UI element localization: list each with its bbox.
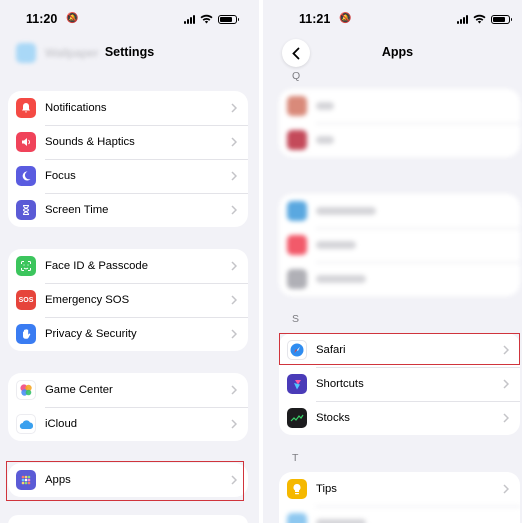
stocks-icon	[287, 408, 307, 428]
app-row-stocks[interactable]: Stocks	[279, 401, 520, 435]
apps-screen: 11:21 🔕 Apps Q S Safari Shortcuts Stocks…	[263, 0, 522, 523]
row-label: Tips	[316, 483, 337, 495]
silent-bell-icon: 🔕	[66, 13, 79, 24]
speaker-icon	[16, 132, 36, 152]
shortcuts-icon	[287, 374, 307, 394]
hand-icon	[16, 324, 36, 344]
battery-icon	[218, 14, 239, 24]
chevron-right-icon	[227, 327, 241, 341]
section-header-q: Q	[292, 70, 301, 82]
section-header-s: S	[292, 313, 300, 325]
row-label: Notifications	[45, 102, 107, 114]
section-header-t: T	[292, 452, 299, 464]
row-label: Privacy & Security	[45, 328, 137, 340]
status-time: 11:20	[26, 12, 58, 26]
chevron-right-icon	[499, 377, 513, 391]
apps-group-q-blurred	[279, 89, 520, 157]
app-row-safari[interactable]: Safari	[279, 333, 520, 367]
row-label: Shortcuts	[316, 378, 364, 390]
page-title: Apps	[381, 45, 414, 59]
apps-grid-icon	[16, 470, 36, 490]
row-label: Sounds & Haptics	[45, 136, 135, 148]
chevron-right-icon	[499, 482, 513, 496]
chevron-right-icon	[227, 293, 241, 307]
settings-row-screen-time[interactable]: Screen Time	[8, 193, 248, 227]
row-label: Face ID & Passcode	[45, 260, 148, 272]
wifi-icon	[473, 14, 486, 24]
app-row-blurred	[279, 506, 520, 523]
settings-row-icloud[interactable]: iCloud	[8, 407, 248, 441]
settings-group-3: Game Center iCloud	[8, 373, 248, 441]
chevron-right-icon	[499, 411, 513, 425]
row-label: Game Center	[45, 384, 113, 396]
settings-row-game-center[interactable]: Game Center	[8, 373, 248, 407]
page-title: Settings	[104, 45, 155, 59]
cellular-signal-icon	[184, 14, 195, 24]
chevron-right-icon	[227, 417, 241, 431]
settings-group-2: Face ID & Passcode SOS Emergency SOS Pri…	[8, 249, 248, 351]
settings-group-4: Apps	[8, 463, 248, 497]
settings-group-1: Notifications Sounds & Haptics Focus Scr…	[8, 91, 248, 227]
row-label: Screen Time	[45, 204, 109, 216]
faceid-icon	[16, 256, 36, 276]
row-label: Stocks	[316, 412, 350, 424]
silent-bell-icon: 🔕	[339, 13, 352, 24]
chevron-right-icon	[499, 343, 513, 357]
sos-icon: SOS	[16, 290, 36, 310]
row-label: Focus	[45, 170, 76, 182]
moon-icon	[16, 166, 36, 186]
app-row-tips[interactable]: Tips	[279, 472, 520, 506]
settings-group-next	[8, 515, 248, 523]
apps-group-t: Tips	[279, 472, 520, 523]
apps-group-s: Safari Shortcuts Stocks	[279, 333, 520, 435]
status-bar: 11:20 🔕	[0, 10, 259, 28]
settings-row-apps[interactable]: Apps	[8, 463, 248, 497]
settings-row-emergency-sos[interactable]: SOS Emergency SOS	[8, 283, 248, 317]
settings-row-privacy[interactable]: Privacy & Security	[8, 317, 248, 351]
wifi-icon	[200, 14, 213, 24]
chevron-right-icon	[227, 203, 241, 217]
row-label: Emergency SOS	[45, 294, 130, 306]
status-bar: 11:21 🔕	[263, 10, 522, 28]
safari-icon	[287, 340, 307, 360]
settings-row-focus[interactable]: Focus	[8, 159, 248, 193]
settings-row-face-id[interactable]: Face ID & Passcode	[8, 249, 248, 283]
chevron-right-icon	[227, 169, 241, 183]
row-label: Safari	[316, 344, 346, 356]
game-center-icon	[16, 380, 36, 400]
chevron-right-icon	[227, 101, 241, 115]
chevron-right-icon	[227, 473, 241, 487]
chevron-right-icon	[227, 383, 241, 397]
app-row-shortcuts[interactable]: Shortcuts	[279, 367, 520, 401]
status-time: 11:21	[299, 12, 331, 26]
cloud-icon	[16, 414, 36, 434]
chevron-right-icon	[227, 259, 241, 273]
apps-group-r-blurred	[279, 194, 520, 296]
settings-screen: 11:20 🔕 Wallpaper Settings Notifications…	[0, 0, 259, 523]
row-label: iCloud	[45, 418, 78, 430]
bell-icon	[16, 98, 36, 118]
hourglass-icon	[16, 200, 36, 220]
battery-icon	[491, 14, 512, 24]
settings-row-sounds[interactable]: Sounds & Haptics	[8, 125, 248, 159]
settings-row-notifications[interactable]: Notifications	[8, 91, 248, 125]
lightbulb-icon	[287, 479, 307, 499]
chevron-right-icon	[227, 135, 241, 149]
row-label: Apps	[45, 474, 71, 486]
cellular-signal-icon	[457, 14, 468, 24]
